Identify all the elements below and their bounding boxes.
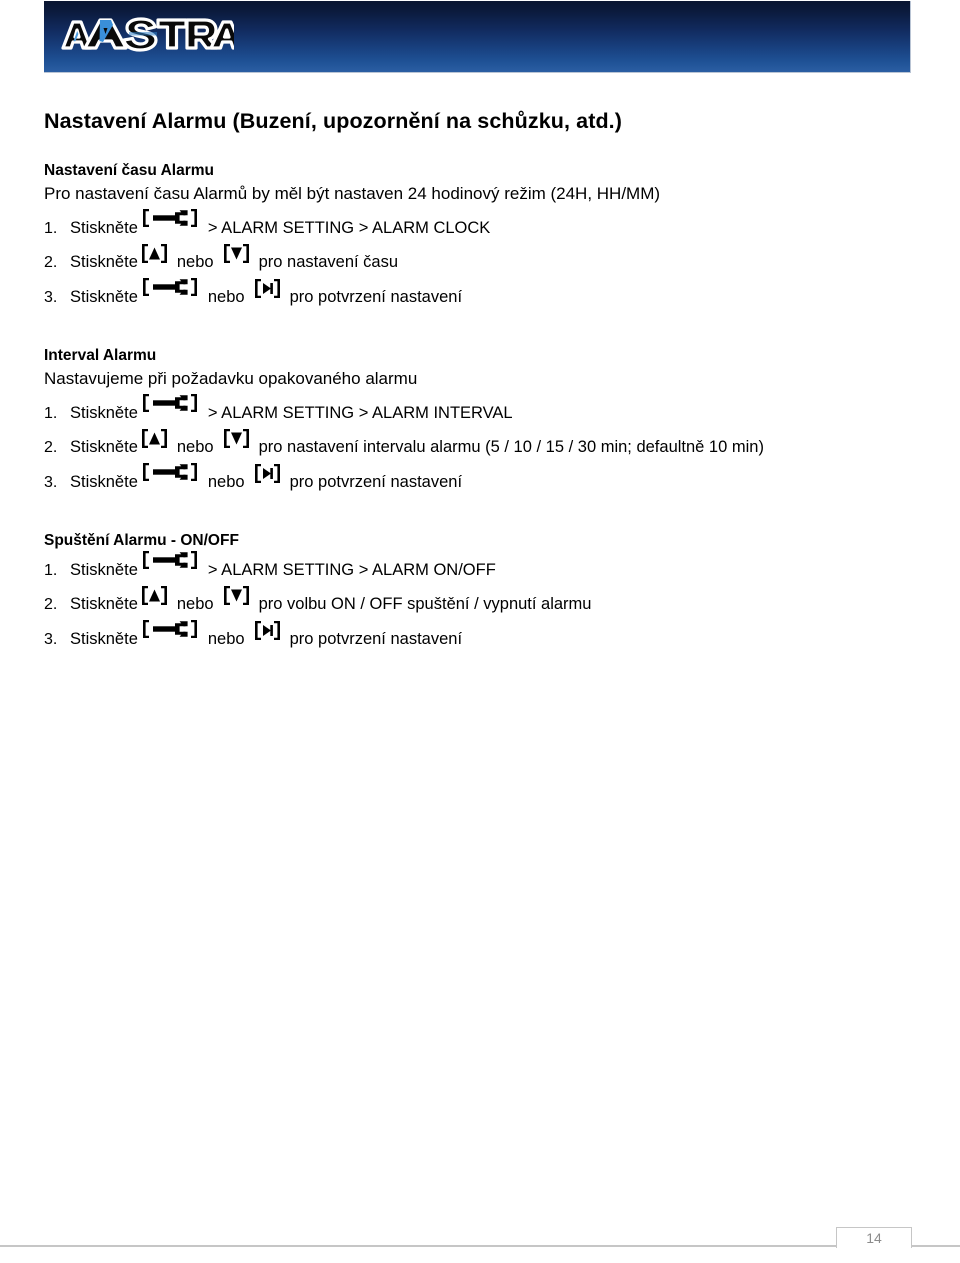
step-text-tail: > ALARM SETTING > ALARM CLOCK	[207, 218, 491, 237]
step-text-tail: pro nastavení intervalu alarmu (5 / 10 /…	[258, 438, 764, 457]
step-text-mid: nebo	[176, 595, 214, 614]
step-text: Stiskněte	[70, 404, 138, 423]
step-text: Stiskněte	[70, 473, 138, 492]
menu-key-icon	[141, 549, 199, 571]
step-text-tail: pro volbu ON / OFF spuštění / vypnutí al…	[258, 595, 592, 614]
step-text-tail: pro potvrzení nastavení	[289, 630, 463, 649]
list-item: 3. Stiskněte nebo pro potvrzení nastaven…	[44, 463, 944, 492]
header-banner	[44, 1, 911, 73]
menu-key-icon	[141, 461, 199, 483]
step-number: 1.	[44, 562, 58, 580]
document-body: Nastavení Alarmu (Buzení, upozornění na …	[44, 108, 944, 648]
step-text-tail: > ALARM SETTING > ALARM INTERVAL	[207, 404, 513, 423]
step-text: Stiskněte	[70, 438, 138, 457]
section-heading: Interval Alarmu	[44, 346, 157, 364]
section-subtitle: Pro nastavení času Alarmů by měl být nas…	[44, 184, 661, 204]
list-item: 2. Stiskněte nebo	[44, 585, 944, 614]
section-heading: Nastavení času Alarmu	[44, 161, 215, 179]
list-item: 1. Stiskněte > ALARM SETTING > AL	[44, 208, 944, 237]
step-list: 1. Stiskněte > ALARM SETTING > AL	[44, 208, 944, 306]
step-text: Stiskněte	[70, 287, 138, 306]
page-number: 14	[836, 1227, 912, 1248]
down-arrow-key-icon	[223, 585, 250, 606]
menu-key-icon	[141, 618, 199, 640]
list-item: 1. Stiskněte > ALARM SETTING > AL	[44, 394, 944, 423]
step-text-mid: nebo	[176, 438, 214, 457]
menu-key-icon	[141, 276, 199, 298]
right-arrow-key-icon	[254, 620, 281, 641]
up-arrow-key-icon	[141, 585, 168, 606]
step-text-tail: pro potvrzení nastavení	[289, 287, 463, 306]
section-alarm-clock: Nastavení času Alarmu Pro nastavení času…	[44, 161, 944, 306]
up-arrow-key-icon	[141, 243, 168, 264]
list-item: 3. Stiskněte nebo pro potvrzení nastaven…	[44, 620, 944, 649]
list-item: 2. Stiskněte nebo	[44, 428, 944, 457]
step-list: 1. Stiskněte > ALARM SETTING > AL	[44, 551, 944, 649]
list-item: 2. Stiskněte nebo	[44, 243, 944, 271]
page-title: Nastavení Alarmu (Buzení, upozornění na …	[44, 109, 623, 133]
step-number: 1.	[44, 219, 58, 237]
list-item: 1. Stiskněte > ALARM SETTING > AL	[44, 551, 944, 580]
step-number: 3.	[44, 474, 58, 492]
step-text: Stiskněte	[70, 630, 138, 649]
step-text-mid: nebo	[207, 630, 245, 649]
footer-divider	[0, 1245, 960, 1247]
step-text: Stiskněte	[70, 595, 138, 614]
step-number: 3.	[44, 288, 58, 306]
right-arrow-key-icon	[254, 278, 281, 299]
step-text-tail: pro nastavení času	[258, 252, 399, 271]
step-text: Stiskněte	[70, 561, 138, 580]
menu-key-icon	[141, 207, 199, 229]
step-number: 2.	[44, 253, 58, 271]
right-arrow-key-icon	[254, 463, 281, 484]
step-list: 1. Stiskněte > ALARM SETTING > AL	[44, 394, 944, 492]
step-text-tail: > ALARM SETTING > ALARM ON/OFF	[207, 561, 496, 580]
up-arrow-key-icon	[141, 428, 168, 449]
down-arrow-key-icon	[223, 428, 250, 449]
step-text-mid: nebo	[207, 287, 245, 306]
section-alarm-interval: Interval Alarmu Nastavujeme při požadavk…	[44, 346, 944, 491]
step-text: Stiskněte	[70, 218, 138, 237]
section-heading: Spuštění Alarmu - ON/OFF	[44, 532, 239, 550]
step-text: Stiskněte	[70, 252, 138, 271]
down-arrow-key-icon	[223, 243, 250, 264]
step-text-mid: nebo	[176, 252, 214, 271]
step-number: 3.	[44, 631, 58, 649]
aastra-logo	[59, 14, 234, 56]
section-subtitle: Nastavujeme při požadavku opakovaného al…	[44, 369, 418, 389]
step-number: 1.	[44, 405, 58, 423]
step-text-mid: nebo	[207, 473, 245, 492]
step-number: 2.	[44, 596, 58, 614]
step-number: 2.	[44, 439, 58, 457]
step-text-tail: pro potvrzení nastavení	[289, 473, 463, 492]
menu-key-icon	[141, 392, 199, 414]
list-item: 3. Stiskněte nebo pro potvrzení nastaven…	[44, 277, 944, 306]
section-alarm-on-off: Spuštění Alarmu - ON/OFF 1. Stiskněte > …	[44, 531, 944, 648]
